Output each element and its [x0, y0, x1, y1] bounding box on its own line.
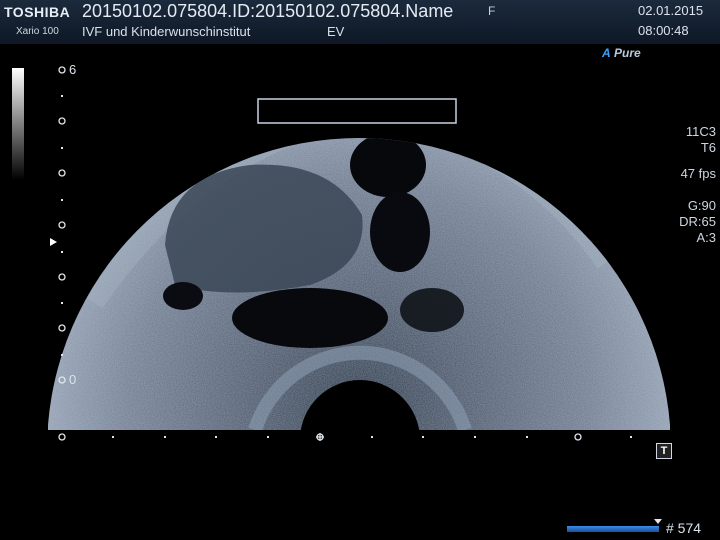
cine-progress-bar[interactable] — [567, 526, 659, 532]
probe-preset: T6 — [700, 140, 716, 155]
ultrasound-sector-image — [48, 66, 670, 441]
frame-rate: 47 fps — [680, 166, 716, 181]
redaction-box — [257, 98, 457, 124]
depth-bottom-label: 0 — [69, 372, 77, 387]
acoustic-power-value: A:3 — [696, 230, 716, 245]
probe-model: 11C3 — [685, 124, 716, 139]
cyst-upper — [350, 137, 426, 197]
hypoechoic-region — [165, 164, 363, 293]
cyst-small-right — [400, 288, 464, 332]
probe-info: 11C3 T6 — [686, 124, 716, 156]
text-annotation-button[interactable]: T — [656, 443, 672, 459]
cyst-small-left — [163, 282, 203, 310]
cine-marker-icon — [654, 519, 662, 524]
cyst-lower — [232, 288, 388, 348]
focus-marker-icon — [50, 238, 57, 246]
dynamic-range-value: DR:65 — [679, 214, 716, 229]
lateral-scale — [58, 433, 582, 441]
cyst-middle — [370, 192, 430, 272]
depth-scale — [58, 66, 66, 384]
depth-minor-ticks — [61, 95, 63, 356]
lateral-minor-ticks — [112, 436, 632, 438]
gain-value: G:90 — [687, 198, 716, 213]
frame-number: # 574 — [666, 520, 702, 536]
depth-top-label: 6 — [69, 62, 77, 77]
gain-settings: G:90 DR:65 A:3 — [679, 198, 716, 246]
